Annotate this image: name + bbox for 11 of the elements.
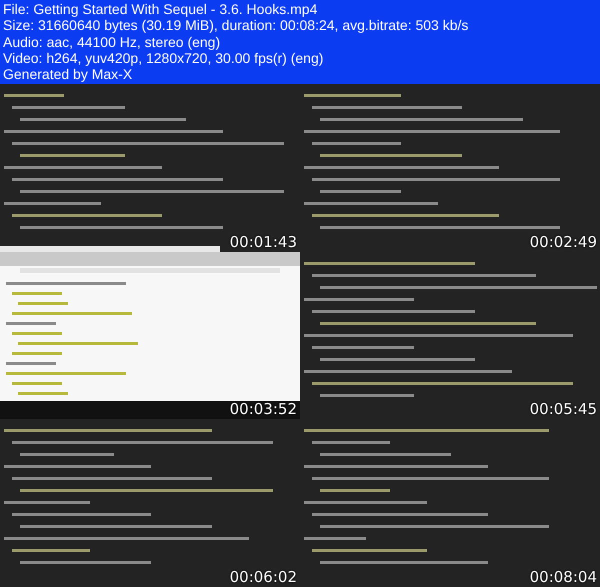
timestamp: 00:03:52 [230,400,297,418]
timestamp: 00:06:02 [230,568,297,586]
info-line: File: Getting Started With Sequel - 3.6. Hooks.mp4 [3,1,318,18]
info-line: Video: h264, yuv420p, 1280x720, 30.00 fps(r) (eng) [3,50,324,66]
info-line: Audio: aac, 44100 Hz, stereo (eng) [3,34,220,50]
timestamp: 00:01:43 [230,232,297,251]
info-line: Generated by Max-X [3,66,132,82]
timestamp: 00:02:49 [530,232,597,251]
timestamp: 00:08:04 [530,568,597,586]
info-line: Size: 31660640 bytes (30.19 MiB), duration: 00:08:24, avg.bitrate: 503 kb/s [3,17,468,34]
timestamp: 00:05:45 [530,400,597,418]
